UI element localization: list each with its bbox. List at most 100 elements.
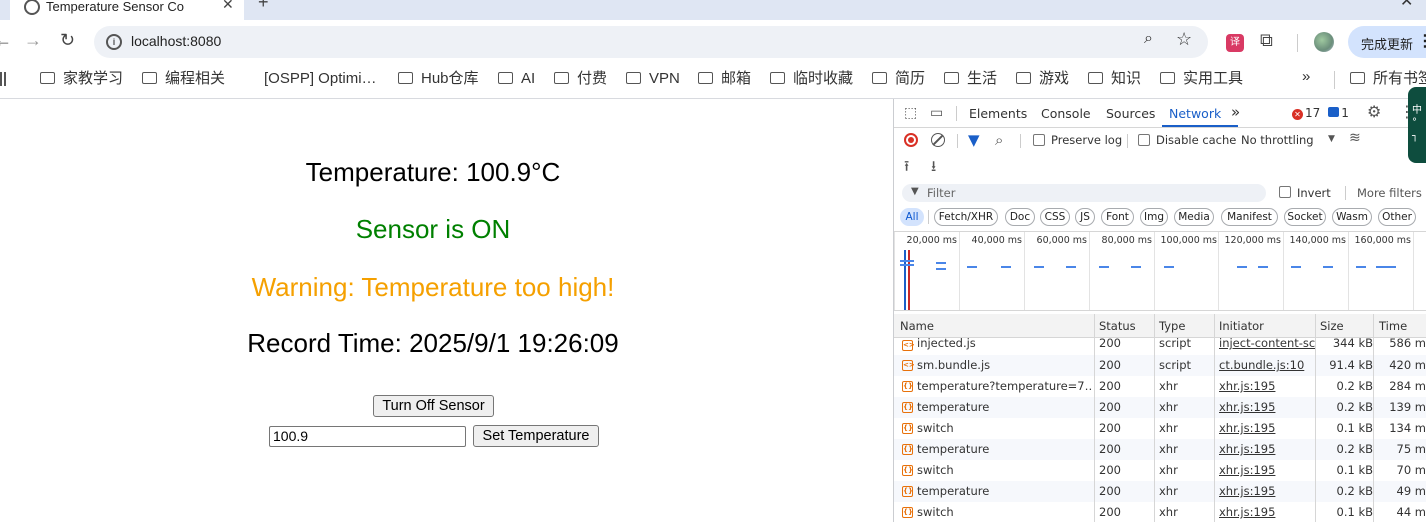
type-filter-manifest[interactable]: Manifest: [1221, 208, 1278, 226]
inspect-element-icon[interactable]: ⬚: [904, 105, 917, 121]
more-filters-dropdown[interactable]: More filters: [1357, 186, 1422, 200]
more-tabs-icon[interactable]: »: [1231, 103, 1240, 121]
zoom-icon[interactable]: ⌕: [1144, 30, 1153, 48]
type-filter-wasm[interactable]: Wasm: [1332, 208, 1372, 226]
column-header-initiator[interactable]: Initiator: [1219, 319, 1264, 333]
bookmark-folder[interactable]: 简历: [872, 69, 925, 89]
forward-icon[interactable]: →: [24, 30, 42, 50]
close-tab-icon[interactable]: ✕: [222, 0, 234, 13]
new-tab-icon[interactable]: +: [258, 0, 269, 13]
tab-elements[interactable]: Elements: [969, 106, 1027, 121]
column-header-status[interactable]: Status: [1099, 319, 1136, 333]
column-header-type[interactable]: Type: [1159, 319, 1185, 333]
table-row[interactable]: <> injected.js 200 script inject-content…: [894, 335, 1426, 356]
type-filter-font[interactable]: Font: [1101, 208, 1134, 226]
profile-avatar[interactable]: [1314, 32, 1334, 52]
column-separator[interactable]: [1315, 314, 1316, 522]
bookmark-folder[interactable]: 知识: [1088, 69, 1141, 89]
export-har-icon[interactable]: ⭳: [931, 156, 936, 181]
disable-cache-checkbox[interactable]: [1138, 134, 1150, 146]
table-row[interactable]: {} temperature?temperature=7… 200 xhr xh…: [894, 376, 1426, 397]
bookmark-folder[interactable]: AI: [498, 69, 535, 89]
side-extension-widget[interactable]: 中 ° ┐: [1408, 87, 1426, 163]
bookmark-folder[interactable]: 实用工具: [1160, 69, 1243, 89]
table-row[interactable]: {} switch 200 xhr xhr.js:195 0.1 kB 134 …: [894, 418, 1426, 439]
filter-input[interactable]: ▼ Filter: [902, 184, 1266, 202]
type-filter-img[interactable]: Img: [1140, 208, 1168, 226]
tab-network[interactable]: Network: [1169, 106, 1221, 121]
request-initiator[interactable]: xhr.js:195: [1219, 484, 1315, 498]
invert-checkbox[interactable]: [1279, 186, 1291, 198]
bookmark-folder[interactable]: 游戏: [1016, 69, 1069, 89]
network-conditions-icon[interactable]: ≋: [1349, 130, 1361, 146]
search-icon[interactable]: ⌕: [995, 131, 1003, 149]
clear-icon[interactable]: [931, 133, 945, 147]
table-row[interactable]: {} temperature 200 xhr xhr.js:195 0.2 kB…: [894, 439, 1426, 460]
request-initiator[interactable]: xhr.js:195: [1219, 400, 1315, 414]
request-initiator[interactable]: ct.bundle.js:10: [1219, 358, 1315, 372]
bookmarks-overflow-icon[interactable]: »: [1302, 68, 1310, 85]
column-separator[interactable]: [1094, 314, 1095, 522]
bookmark-folder[interactable]: 编程相关: [142, 69, 225, 89]
bookmark-folder[interactable]: 付费: [554, 69, 607, 89]
throttling-select[interactable]: No throttling: [1241, 133, 1314, 147]
request-initiator[interactable]: inject-content-scri: [1219, 336, 1315, 350]
minimize-icon[interactable]: —: [1362, 0, 1378, 6]
type-filter-other[interactable]: Other: [1378, 208, 1416, 226]
url-text[interactable]: localhost:8080: [131, 33, 221, 49]
table-row[interactable]: <> sm.bundle.js 200 script ct.bundle.js:…: [894, 355, 1426, 376]
browser-tab[interactable]: Temperature Sensor Co ✕: [10, 0, 244, 20]
table-row[interactable]: {} switch 200 xhr xhr.js:195 0.1 kB 44 m…: [894, 502, 1426, 522]
type-filter-all[interactable]: All: [900, 208, 924, 226]
column-header-size[interactable]: Size: [1320, 319, 1344, 333]
bookmark-star-icon[interactable]: ☆: [1176, 29, 1192, 50]
bookmark-folder[interactable]: Hub仓库: [398, 69, 479, 89]
address-bar[interactable]: i localhost:8080 ⌕ ☆: [94, 26, 1208, 58]
bookmark-link[interactable]: [OSPP] Optimi…: [264, 69, 377, 89]
network-timeline-overview[interactable]: 20,000 ms 40,000 ms 60,000 ms 80,000 ms …: [894, 231, 1426, 311]
column-header-time[interactable]: Time: [1379, 319, 1407, 333]
bookmark-folder[interactable]: 生活: [944, 69, 997, 89]
bookmark-folder[interactable]: 家教学习: [40, 69, 123, 89]
update-button[interactable]: 完成更新 ⋮: [1348, 26, 1426, 58]
type-filter-media[interactable]: Media: [1174, 208, 1214, 226]
column-separator[interactable]: [1154, 314, 1155, 522]
back-icon[interactable]: ←: [0, 30, 12, 50]
column-separator[interactable]: [1373, 314, 1374, 522]
type-filter-doc[interactable]: Doc: [1005, 208, 1035, 226]
request-initiator[interactable]: xhr.js:195: [1219, 421, 1315, 435]
table-row[interactable]: {} switch 200 xhr xhr.js:195 0.1 kB 70 m…: [894, 460, 1426, 481]
preserve-log-checkbox[interactable]: [1033, 134, 1045, 146]
bookmark-folder[interactable]: VPN: [626, 69, 680, 89]
bookmark-folder[interactable]: 邮箱: [698, 69, 751, 89]
tab-sources[interactable]: Sources: [1106, 106, 1155, 121]
reload-icon[interactable]: ↻: [60, 30, 75, 50]
record-icon[interactable]: [904, 133, 918, 147]
filter-funnel-icon[interactable]: ▼: [968, 131, 980, 149]
turn-off-sensor-button[interactable]: Turn Off Sensor: [373, 395, 494, 417]
type-filter-fetch-xhr[interactable]: Fetch/XHR: [934, 208, 998, 226]
type-filter-socket[interactable]: Socket: [1284, 208, 1326, 226]
temperature-input[interactable]: 100.9: [269, 426, 466, 447]
type-filter-js[interactable]: JS: [1075, 208, 1095, 226]
issues-counter[interactable]: ✕ 17 1: [1292, 106, 1349, 120]
apps-icon[interactable]: [0, 72, 6, 86]
settings-gear-icon[interactable]: ⚙: [1367, 104, 1381, 120]
column-separator[interactable]: [1214, 314, 1215, 522]
site-info-icon[interactable]: i: [106, 34, 122, 50]
chevron-down-icon[interactable]: ▼: [1328, 134, 1335, 144]
import-har-icon[interactable]: ⭱: [904, 156, 909, 181]
request-initiator[interactable]: xhr.js:195: [1219, 442, 1315, 456]
translate-extension-icon[interactable]: 译: [1226, 34, 1244, 52]
type-filter-css[interactable]: CSS: [1040, 208, 1070, 226]
column-header-name[interactable]: Name: [900, 319, 934, 333]
table-row[interactable]: {} temperature 200 xhr xhr.js:195 0.2 kB…: [894, 397, 1426, 418]
set-temperature-button[interactable]: Set Temperature: [473, 425, 599, 447]
window-close-icon[interactable]: ✕: [1400, 0, 1413, 11]
tab-console[interactable]: Console: [1041, 106, 1091, 121]
request-initiator[interactable]: xhr.js:195: [1219, 505, 1315, 519]
all-bookmarks-folder[interactable]: 所有书签: [1350, 69, 1426, 89]
extensions-puzzle-icon[interactable]: ⧉: [1260, 30, 1273, 51]
request-initiator[interactable]: xhr.js:195: [1219, 379, 1315, 393]
request-initiator[interactable]: xhr.js:195: [1219, 463, 1315, 477]
